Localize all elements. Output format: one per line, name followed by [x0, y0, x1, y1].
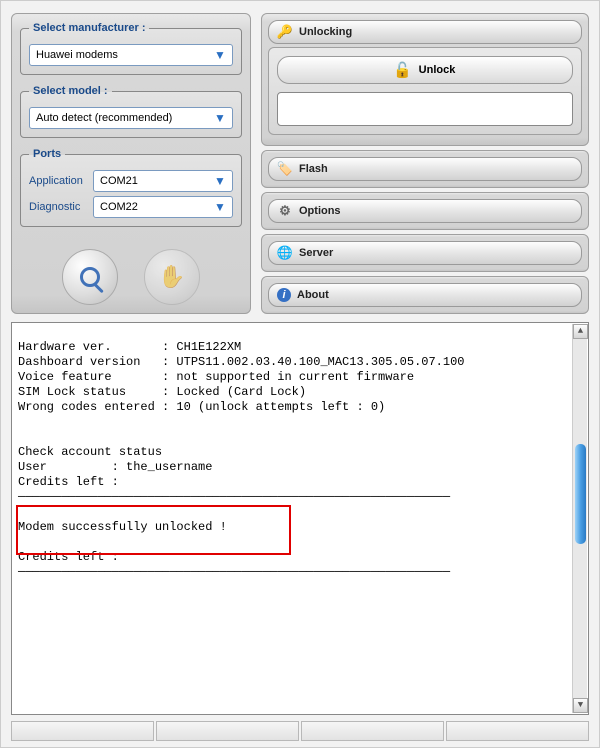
- options-panel: ⚙ Options: [261, 192, 589, 230]
- highlight-box: [16, 505, 291, 555]
- model-value: Auto detect (recommended): [36, 112, 212, 124]
- key-icon: 🔑: [277, 24, 293, 40]
- unlock-content-area: [277, 92, 573, 126]
- port-application-row: Application COM21 ▼: [29, 170, 233, 192]
- top-area: Select manufacturer : Huawei modems ▼ Se…: [1, 1, 599, 322]
- scroll-down-button[interactable]: ▼: [573, 698, 588, 713]
- scroll-thumb[interactable]: [575, 444, 586, 544]
- port-diag-dropdown[interactable]: COM22 ▼: [93, 196, 233, 218]
- about-panel: i About: [261, 276, 589, 314]
- log-output[interactable]: Hardware ver. : CH1E122XM Dashboard vers…: [11, 322, 589, 715]
- status-cell-4: [446, 721, 589, 741]
- unlock-button[interactable]: 🔓 Unlock: [277, 56, 573, 84]
- unlocking-body: 🔓 Unlock: [268, 47, 582, 135]
- info-icon: i: [277, 288, 291, 302]
- gear-icon: ⚙: [277, 203, 293, 219]
- magnifier-icon: [80, 267, 100, 287]
- stop-button[interactable]: ✋: [144, 249, 200, 305]
- unlocking-panel: 🔑 Unlocking 🔓 Unlock: [261, 13, 589, 146]
- right-panel: 🔑 Unlocking 🔓 Unlock 🏷️ Flash: [261, 13, 589, 314]
- model-dropdown[interactable]: Auto detect (recommended) ▼: [29, 107, 233, 129]
- left-panel: Select manufacturer : Huawei modems ▼ Se…: [11, 13, 251, 314]
- action-buttons: ✋: [20, 249, 242, 305]
- about-title: About: [297, 289, 329, 301]
- server-header[interactable]: 🌐 Server: [268, 241, 582, 265]
- lock-open-icon: 🔓: [395, 62, 411, 78]
- chevron-down-icon: ▼: [212, 47, 228, 63]
- globe-icon: 🌐: [277, 245, 293, 261]
- unlocking-title: Unlocking: [299, 26, 352, 38]
- port-app-dropdown[interactable]: COM21 ▼: [93, 170, 233, 192]
- stop-hand-icon: ✋: [158, 264, 185, 290]
- server-title: Server: [299, 247, 333, 259]
- chevron-down-icon: ▼: [212, 199, 228, 215]
- port-diag-value: COM22: [100, 201, 212, 213]
- chevron-down-icon: ▼: [212, 110, 228, 126]
- manufacturer-value: Huawei modems: [36, 49, 212, 61]
- port-app-value: COM21: [100, 175, 212, 187]
- app-window: Select manufacturer : Huawei modems ▼ Se…: [0, 0, 600, 748]
- status-bar: [11, 721, 589, 741]
- server-panel: 🌐 Server: [261, 234, 589, 272]
- options-title: Options: [299, 205, 341, 217]
- manufacturer-group: Select manufacturer : Huawei modems ▼: [20, 22, 242, 75]
- unlocking-header[interactable]: 🔑 Unlocking: [268, 20, 582, 44]
- scrollbar[interactable]: ▲ ▼: [572, 324, 587, 713]
- port-diagnostic-row: Diagnostic COM22 ▼: [29, 196, 233, 218]
- status-cell-3: [301, 721, 444, 741]
- port-diag-label: Diagnostic: [29, 201, 85, 213]
- manufacturer-dropdown[interactable]: Huawei modems ▼: [29, 44, 233, 66]
- manufacturer-legend: Select manufacturer :: [29, 22, 149, 34]
- ports-legend: Ports: [29, 148, 65, 160]
- port-app-label: Application: [29, 175, 85, 187]
- ports-group: Ports Application COM21 ▼ Diagnostic COM…: [20, 148, 242, 227]
- tag-icon: 🏷️: [277, 161, 293, 177]
- options-header[interactable]: ⚙ Options: [268, 199, 582, 223]
- search-button[interactable]: [62, 249, 118, 305]
- chevron-down-icon: ▼: [212, 173, 228, 189]
- model-legend: Select model :: [29, 85, 112, 97]
- flash-title: Flash: [299, 163, 328, 175]
- status-cell-1: [11, 721, 154, 741]
- flash-header[interactable]: 🏷️ Flash: [268, 157, 582, 181]
- about-header[interactable]: i About: [268, 283, 582, 307]
- scroll-up-button[interactable]: ▲: [573, 324, 588, 339]
- status-cell-2: [156, 721, 299, 741]
- flash-panel: 🏷️ Flash: [261, 150, 589, 188]
- unlock-label: Unlock: [419, 64, 456, 76]
- model-group: Select model : Auto detect (recommended)…: [20, 85, 242, 138]
